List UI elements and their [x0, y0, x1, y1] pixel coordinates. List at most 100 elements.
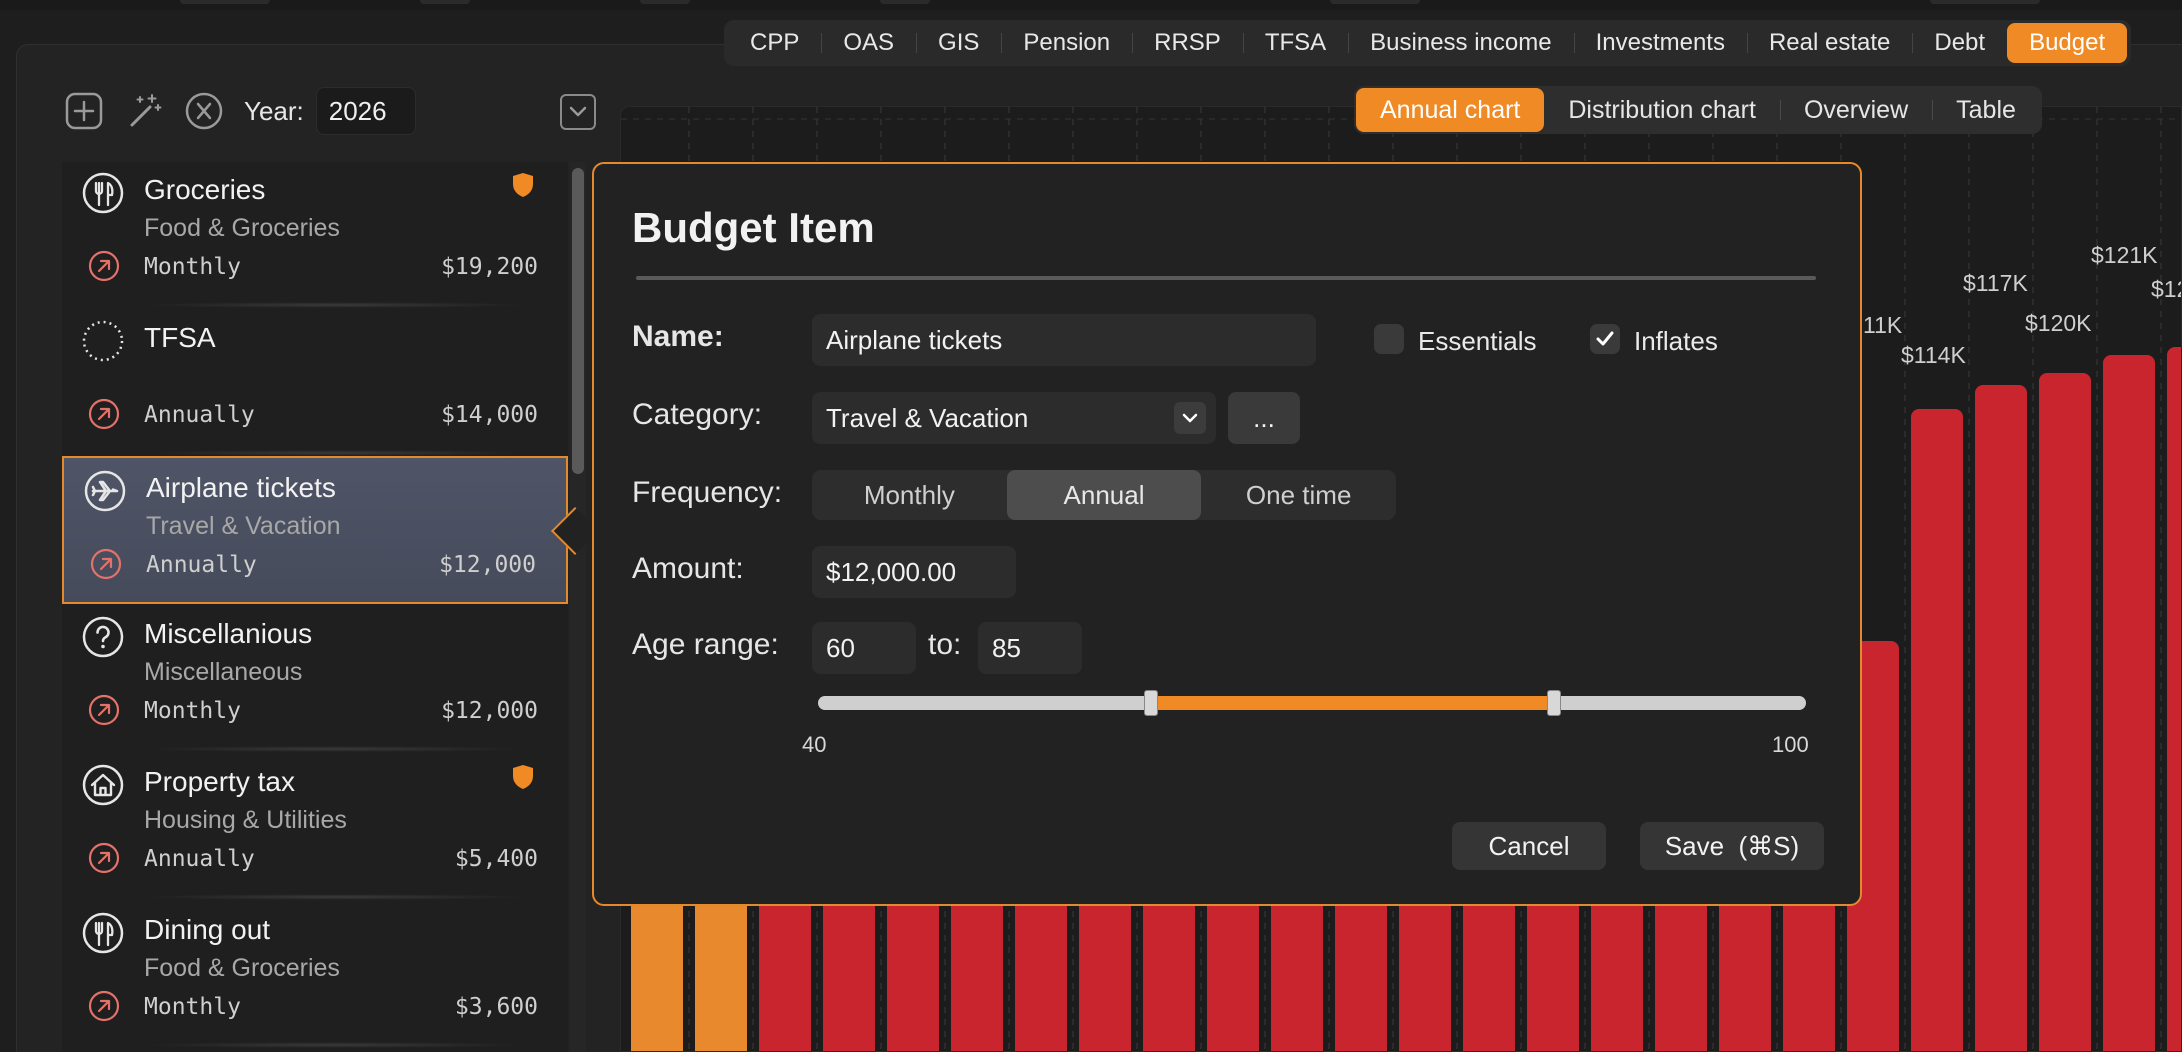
- list-scrollbar[interactable]: [572, 168, 584, 474]
- list-item[interactable]: Groceries Food & Groceries Monthly $19,200: [62, 162, 568, 308]
- tab-budget[interactable]: Budget: [2007, 23, 2128, 63]
- magic-wand-icon[interactable]: [124, 91, 164, 131]
- tab-investments[interactable]: Investments: [1573, 23, 1747, 63]
- chart-data-label: $114K: [1901, 342, 1966, 368]
- slider-min-label: 40: [802, 732, 827, 757]
- category-dropdown[interactable]: Travel & Vacation: [812, 392, 1216, 444]
- dotted-circle-icon: [82, 320, 124, 362]
- item-frequency: Monthly: [144, 698, 241, 724]
- item-category: Food & Groceries: [144, 954, 340, 982]
- to-label: to:: [928, 628, 962, 661]
- view-tab-annual-chart[interactable]: Annual chart: [1356, 88, 1545, 132]
- item-frequency: Monthly: [144, 994, 241, 1020]
- slider-max-label: 100: [1772, 732, 1809, 757]
- chart-bar[interactable]: [2039, 373, 2091, 1052]
- item-amount: $5,400: [454, 846, 538, 872]
- frequency-segmented-control: Monthly Annual One time: [812, 470, 1396, 520]
- category-value: Travel & Vacation: [826, 402, 1029, 433]
- list-item[interactable]: Property tax Housing & Utilities Annually $…: [62, 752, 568, 900]
- age-from-thumb[interactable]: [1143, 690, 1158, 716]
- item-separator: [142, 1042, 528, 1048]
- item-category: Food & Groceries: [144, 214, 340, 242]
- essential-shield-icon: [512, 172, 534, 198]
- item-frequency: Annually: [144, 846, 255, 872]
- title-divider: [636, 276, 1816, 280]
- inflates-checkbox[interactable]: [1590, 324, 1620, 354]
- category-label: Category:: [632, 398, 763, 431]
- list-item[interactable]: TFSA Annually $14,000: [62, 308, 568, 456]
- toolbar: Year: 2026: [64, 86, 416, 136]
- popover-title: Budget Item: [632, 204, 875, 251]
- frequency-option-one-time[interactable]: One time: [1201, 470, 1396, 520]
- chart-data-label: $117K: [1963, 270, 2028, 296]
- add-icon[interactable]: [64, 91, 104, 131]
- amount-field[interactable]: $12,000.00: [812, 546, 1016, 598]
- list-item[interactable]: Miscellanious Miscellaneous Monthly $12,000: [62, 604, 568, 752]
- item-amount: $3,600: [454, 994, 538, 1020]
- item-amount: $14,000: [441, 402, 538, 428]
- essential-shield-icon: [512, 764, 534, 790]
- tab-oas[interactable]: OAS: [821, 23, 916, 63]
- item-amount: $19,200: [441, 254, 538, 280]
- essentials-checkbox[interactable]: [1374, 324, 1404, 354]
- tab-real-estate[interactable]: Real estate: [1746, 23, 1912, 63]
- view-tab-table[interactable]: Table: [1932, 88, 2040, 132]
- chart-bar[interactable]: [2103, 355, 2155, 1052]
- chevron-down-icon: [1174, 402, 1206, 434]
- name-field[interactable]: Airplane tickets: [812, 314, 1316, 366]
- tab-business-income[interactable]: Business income: [1348, 23, 1573, 63]
- chart-bar[interactable]: [1911, 409, 1963, 1052]
- item-category: Miscellaneous: [144, 658, 303, 686]
- inflates-label: Inflates: [1634, 326, 1718, 356]
- view-tab-overview[interactable]: Overview: [1779, 88, 1932, 132]
- frequency-label: Frequency:: [632, 476, 783, 509]
- list-item[interactable]: Airplane tickets Travel & Vacation Annuall…: [62, 456, 568, 604]
- tab-rrsp[interactable]: RRSP: [1132, 23, 1243, 63]
- clear-icon[interactable]: [184, 91, 224, 131]
- trend-arrow-icon: [88, 694, 120, 726]
- checkmark-icon: [1596, 331, 1614, 346]
- item-category: Housing & Utilities: [144, 806, 347, 834]
- fork-knife-icon: [82, 172, 124, 214]
- age-from-field[interactable]: 60: [812, 622, 916, 674]
- tab-gis[interactable]: GIS: [916, 23, 1001, 63]
- name-label: Name:: [632, 320, 724, 353]
- amount-label: Amount:: [632, 552, 744, 585]
- tab-cpp[interactable]: CPP: [728, 23, 821, 63]
- age-range-fill: [1150, 696, 1554, 710]
- chart-data-label: $120K: [2025, 310, 2092, 336]
- tab-pension[interactable]: Pension: [1001, 23, 1132, 63]
- chart-data-label: 11K: [1863, 312, 1903, 338]
- cancel-button[interactable]: Cancel: [1452, 822, 1606, 870]
- frequency-option-annual[interactable]: Annual: [1006, 470, 1202, 520]
- trend-arrow-icon: [90, 548, 122, 580]
- chart-bar[interactable]: [2167, 347, 2182, 1052]
- item-name: Miscellanious: [144, 618, 313, 649]
- budget-item-popover: Budget Item Name: Airplane tickets Essen…: [592, 162, 1862, 906]
- budget-item-list: Groceries Food & Groceries Monthly $19,200 T…: [62, 162, 568, 1052]
- list-item[interactable]: Dining out Food & Groceries Monthly $3,600: [62, 900, 568, 1048]
- age-to-field[interactable]: 85: [978, 622, 1082, 674]
- view-tabs: Annual chart Distribution chart Overview Ta…: [1354, 86, 2042, 134]
- trend-arrow-icon: [88, 398, 120, 430]
- collapse-icon[interactable]: [560, 94, 596, 130]
- item-frequency: Annually: [146, 552, 257, 578]
- frequency-option-monthly[interactable]: Monthly: [812, 470, 1007, 520]
- more-categories-button[interactable]: ...: [1228, 392, 1300, 444]
- top-strip-blob: [420, 0, 470, 4]
- save-button[interactable]: Save (⌘S): [1640, 822, 1824, 870]
- item-name: Airplane tickets: [146, 472, 336, 503]
- top-strip-blob: [1330, 0, 1420, 4]
- year-label: Year:: [244, 95, 304, 126]
- view-tab-distribution-chart[interactable]: Distribution chart: [1544, 88, 1780, 132]
- age-to-thumb[interactable]: [1547, 690, 1561, 716]
- tab-tfsa[interactable]: TFSA: [1242, 23, 1348, 63]
- age-range-slider[interactable]: [818, 690, 1806, 716]
- question-icon: [82, 616, 124, 658]
- item-name: Groceries: [144, 174, 266, 205]
- top-strip-blob: [640, 0, 690, 4]
- tab-debt[interactable]: Debt: [1912, 23, 2007, 63]
- year-input[interactable]: 2026: [315, 87, 416, 135]
- top-strip: [0, 0, 2182, 10]
- chart-bar[interactable]: [1975, 385, 2027, 1052]
